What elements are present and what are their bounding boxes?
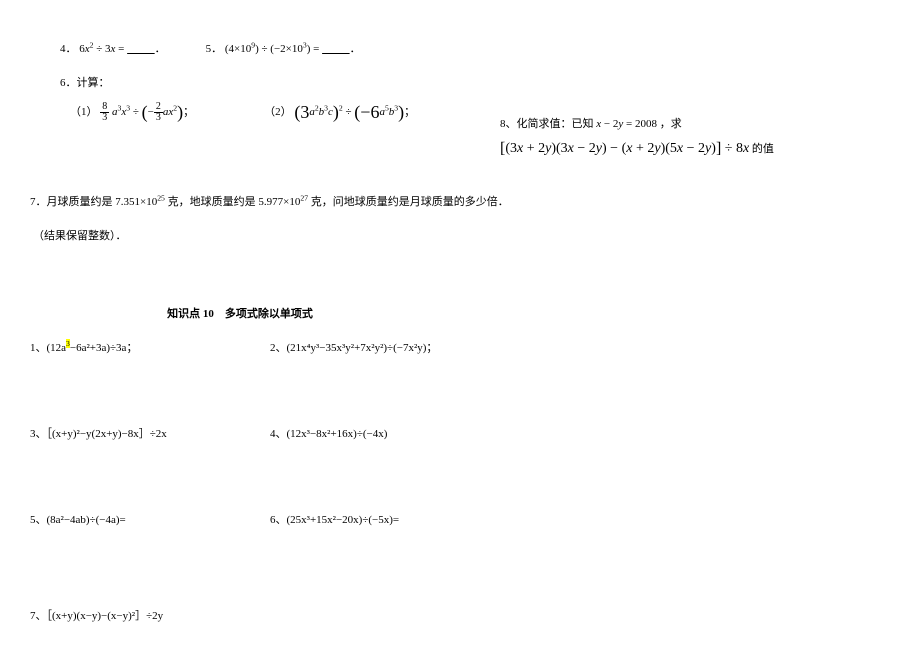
kp-row-3: 5、(8a²−4ab)÷(−4a)= 6、(25x³+15x²−20x)÷(−5…	[30, 511, 890, 527]
q4-op: ÷ 3	[93, 43, 110, 55]
q8-eq: = 2008 ，求	[623, 118, 681, 130]
question-8-expr: [(3x + 2y)(3x − 2y) − (x + 2y)(5x − 2y)]…	[500, 140, 774, 158]
q5-label: 5．	[206, 43, 223, 55]
kp-6: 6、(25x³+15x²−20x)÷(−5x)=	[270, 511, 399, 527]
q6-label: 6．计算：	[60, 77, 110, 89]
q6-2-label: （2）	[264, 106, 292, 118]
q5-mid: ) ÷ (−2×10	[255, 43, 303, 55]
q8-minus: − 2	[601, 118, 618, 130]
kp-5: 5、(8a²−4ab)÷(−4a)=	[30, 511, 270, 527]
question-4-5-row: 4． 6x2 ÷ 3x = ． 5． (4×109) ÷ (−2×103) = …	[30, 40, 890, 56]
kp-2: 2、(21x⁴y³−35x³y²+7x²y²)÷(−7x²y)；	[270, 339, 437, 355]
question-6-subs: （1） 83 a3x3 ÷ (−23ax2)； （2） (3a2b3c)2 ÷ …	[70, 102, 890, 123]
kp1-label: 1、(12a	[30, 342, 66, 354]
q5-close: ) =	[307, 43, 322, 55]
q61-div: ÷	[130, 106, 142, 118]
section-title: 知识点 10 多项式除以单项式	[110, 305, 370, 321]
q5-open1: (4×10	[225, 43, 251, 55]
q7-sup1: 25	[157, 193, 165, 202]
kp-row-2: 3、［(x+y)²−y(2x+y)−8x］÷2x 4、(12x³−8x²+16x…	[30, 425, 890, 441]
q4-label: 4．	[60, 43, 77, 55]
q7-mid: 克，地球质量约是 5.977×10	[165, 196, 300, 208]
question-4: 4． 6x2 ÷ 3x = ．	[60, 40, 166, 56]
q8e-p7: )(5	[661, 141, 677, 156]
q8e-p6: + 2	[632, 141, 654, 156]
question-6-2: （2） (3a2b3c)2 ÷ (−6a5b3)；	[264, 102, 415, 123]
frac-2-3: 23	[154, 102, 163, 123]
q8e-p2: + 2	[523, 141, 545, 156]
q7-text: 7．月球质量约是 7.351×10	[30, 196, 157, 208]
q8e-tail: 的值	[749, 143, 774, 155]
q8e-p3: )(3	[551, 141, 567, 156]
q7-sup2: 27	[300, 193, 308, 202]
q4-blank	[127, 43, 155, 55]
q8-label: 8、化简求值：已知	[500, 118, 596, 130]
question-7: 7．月球质量约是 7.351×1025 克，地球质量约是 5.977×1027 …	[30, 193, 890, 209]
kp-4: 4、(12x³−8x²+16x)÷(−4x)	[270, 425, 387, 441]
q8e-p8: − 2	[683, 141, 705, 156]
q7-note-text: （结果保留整数）．	[33, 230, 127, 242]
q8e-p4: − 2	[574, 141, 596, 156]
q62-div: ÷	[343, 106, 355, 118]
question-8: 8、化简求值：已知 x − 2y = 2008 ，求	[500, 115, 682, 131]
q8e-p1: (3	[505, 141, 517, 156]
kp1-rest: −6a²+3a)÷3a；	[70, 342, 138, 354]
q8e-p5: ) − (	[602, 141, 626, 156]
kp-3: 3、［(x+y)²−y(2x+y)−8x］÷2x	[30, 425, 270, 441]
kp-row-4: 7、［(x+y)(x−y)−(x−y)²］÷2y	[30, 607, 890, 623]
q4-eq: =	[115, 43, 127, 55]
question-6: 6．计算：	[60, 74, 890, 90]
q62-l2: (−6	[354, 102, 379, 122]
q6-1-label: （1）	[70, 106, 98, 118]
frac-8-3: 83	[100, 102, 109, 123]
kp-7: 7、［(x+y)(x−y)−(x−y)²］÷2y	[30, 607, 270, 623]
question-5: 5． (4×109) ÷ (−2×103) = ．	[206, 40, 361, 56]
q4-period: ．	[155, 43, 166, 55]
question-6-1: （1） 83 a3x3 ÷ (−23ax2)；	[70, 102, 194, 123]
q61-semi: ；	[183, 106, 194, 118]
kp-1: 1、(12a3−6a²+3a)÷3a；	[30, 339, 270, 355]
kp-row-1: 1、(12a3−6a²+3a)÷3a； 2、(21x⁴y³−35x³y²+7x²…	[30, 339, 890, 355]
q8e-div: ÷ 8	[721, 141, 743, 156]
q61-ax: ax	[163, 106, 173, 118]
q62-l1: (3	[294, 102, 309, 122]
q62-semi: ；	[404, 106, 415, 118]
q5-blank	[322, 43, 350, 55]
q5-period: ．	[350, 43, 361, 55]
q7-tail: 克，问地球质量约是月球质量的多少倍．	[308, 196, 509, 208]
question-7-note: （结果保留整数）．	[33, 227, 890, 243]
